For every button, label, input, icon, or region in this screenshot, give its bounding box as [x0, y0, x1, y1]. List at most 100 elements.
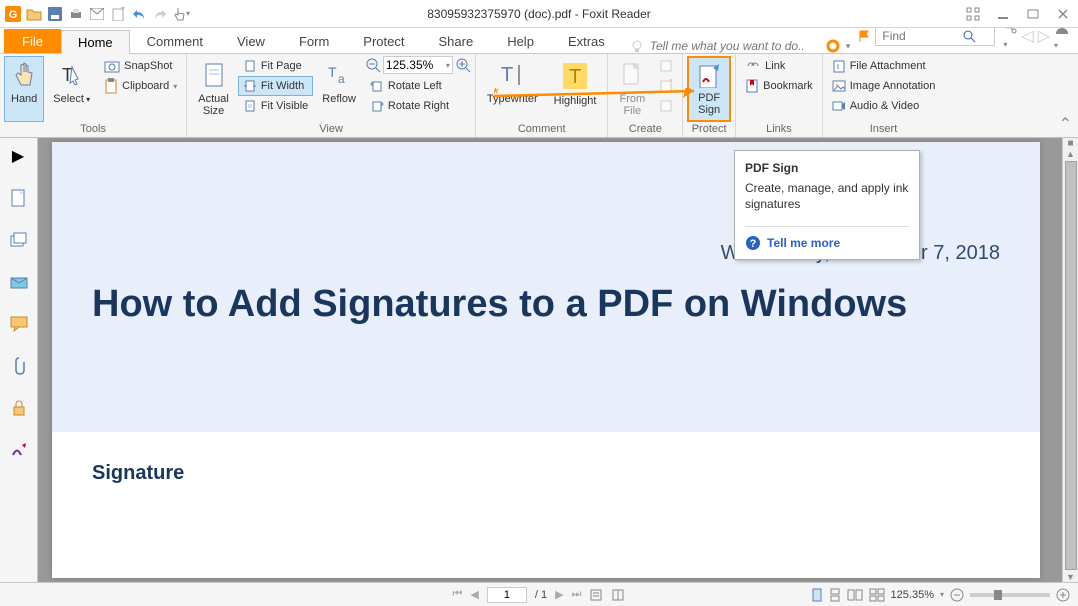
tab-home[interactable]: Home [61, 30, 130, 54]
reading-mode2-icon[interactable] [611, 588, 625, 602]
audio-video-button[interactable]: Audio & Video [827, 96, 941, 116]
from-file-label: From File [619, 93, 645, 117]
sidebar-bookmarks-icon[interactable] [7, 270, 31, 294]
tab-help[interactable]: Help [490, 29, 551, 53]
sidebar-attachments-icon[interactable] [7, 354, 31, 378]
pdf-sign-button[interactable]: PDF Sign [687, 56, 731, 122]
zoom-in-status-icon[interactable] [1056, 588, 1070, 602]
tab-form[interactable]: Form [282, 29, 346, 53]
sidebar-expand-icon[interactable]: ▶ [6, 144, 30, 168]
tab-comment[interactable]: Comment [130, 29, 220, 53]
zoom-in-icon[interactable] [455, 57, 471, 73]
select-label: Select ▾ [53, 93, 90, 105]
hand-label: Hand [11, 93, 37, 105]
viewmode-facing-icon[interactable] [847, 588, 863, 602]
minimize-icon[interactable] [992, 5, 1014, 23]
link-button[interactable]: Link [740, 56, 818, 76]
save-icon[interactable] [46, 5, 64, 23]
prev-result-icon[interactable]: ◁ [1021, 26, 1033, 46]
group-view-label: View [191, 122, 471, 137]
page-input[interactable] [487, 587, 527, 603]
create-opt1[interactable] [654, 56, 678, 76]
window-title: 83095932375970 (doc).pdf - Foxit Reader [427, 7, 650, 21]
create-opt2[interactable]: * [654, 76, 678, 96]
highlight-label: Highlight [554, 95, 597, 107]
zoom-out-status-icon[interactable] [950, 588, 964, 602]
tab-view[interactable]: View [220, 29, 282, 53]
from-file-button[interactable]: From File [612, 56, 652, 122]
new-icon[interactable]: * [109, 5, 127, 23]
zoom-out-icon[interactable] [365, 57, 381, 73]
next-page-icon[interactable]: ▶ [555, 588, 563, 601]
viewmode-continuous-icon[interactable] [829, 588, 841, 602]
status-zoom-value: 125.35% [891, 589, 934, 601]
fit-width-button[interactable]: Fit Width [238, 76, 313, 96]
actual-size-button[interactable]: Actual Size [191, 56, 236, 122]
close-icon[interactable] [1052, 5, 1074, 23]
search-icon[interactable] [962, 29, 976, 43]
highlight-button[interactable]: T Highlight [547, 56, 604, 122]
reflow-label: Reflow [322, 93, 356, 105]
group-comment-label: Comment [480, 122, 604, 137]
viewmode-single-icon[interactable] [811, 588, 823, 602]
undo-icon[interactable] [130, 5, 148, 23]
sidebar-pages-icon[interactable] [7, 186, 31, 210]
file-attachment-button[interactable]: File Attachment [827, 56, 941, 76]
select-button[interactable]: T Select ▾ [46, 56, 97, 122]
file-tab[interactable]: File [4, 29, 61, 53]
print-icon[interactable] [67, 5, 85, 23]
typewriter-label: Typewriter [487, 93, 538, 105]
vertical-scrollbar[interactable]: ■ ▲ ▼ [1062, 138, 1078, 582]
svg-text:*: * [121, 7, 125, 16]
sidebar-layers-icon[interactable] [7, 228, 31, 252]
reflow-button[interactable]: Ta Reflow [315, 56, 363, 122]
open-icon[interactable] [25, 5, 43, 23]
group-create-label: Create [612, 122, 678, 137]
bookmark-button[interactable]: Bookmark [740, 76, 818, 96]
prev-page-icon[interactable]: ◀ [470, 588, 478, 601]
zoom-slider[interactable] [970, 593, 1050, 597]
viewmode-continuous-facing-icon[interactable] [869, 588, 885, 602]
lightbulb-icon [630, 39, 644, 53]
find-box[interactable] [875, 26, 995, 46]
group-links-label: Links [740, 122, 818, 137]
reading-mode1-icon[interactable] [589, 588, 603, 602]
donut-icon[interactable] [826, 39, 840, 53]
actual-size-label: Actual Size [198, 93, 229, 117]
hand-button[interactable]: Hand [4, 56, 44, 122]
flag-icon[interactable] [857, 29, 871, 43]
email-icon[interactable] [88, 5, 106, 23]
ribbon-options-icon[interactable] [962, 5, 984, 23]
create-opt3[interactable] [654, 96, 678, 116]
fit-visible-button[interactable]: Fit Visible [238, 96, 313, 116]
find-input[interactable] [882, 29, 962, 43]
svg-text:T: T [328, 64, 337, 80]
redo-icon[interactable] [151, 5, 169, 23]
snapshot-button[interactable]: SnapShot [99, 56, 182, 76]
tab-share[interactable]: Share [421, 29, 490, 53]
rotate-right-button[interactable]: Rotate Right [365, 96, 471, 116]
first-page-icon[interactable]: ⏮ [453, 588, 463, 601]
tooltip-link[interactable]: ? Tell me more [745, 226, 909, 251]
sidebar-security-icon[interactable] [7, 396, 31, 420]
clipboard-button[interactable]: Clipboard▾ [99, 76, 182, 96]
zoom-value[interactable]: 125.35%▾ [383, 56, 453, 74]
next-result-icon[interactable]: ▷ [1038, 26, 1050, 46]
collapse-ribbon-icon[interactable]: ⌃ [1059, 114, 1072, 134]
typewriter-button[interactable]: T Typewriter [480, 56, 545, 122]
svg-text:?: ? [750, 238, 757, 250]
svg-text:T: T [569, 66, 581, 88]
tab-extras[interactable]: Extras [551, 29, 622, 53]
sidebar-comments-icon[interactable] [7, 312, 31, 336]
maximize-icon[interactable] [1022, 5, 1044, 23]
sidebar-signatures-icon[interactable] [7, 438, 31, 462]
last-page-icon[interactable]: ⏭ [572, 588, 582, 601]
tellme-input[interactable] [650, 39, 820, 53]
pdf-sign-label: PDF Sign [698, 92, 720, 116]
tooltip-title: PDF Sign [745, 161, 909, 175]
tab-protect[interactable]: Protect [346, 29, 421, 53]
image-annotation-button[interactable]: Image Annotation [827, 76, 941, 96]
touch-icon[interactable]: ▾ [172, 5, 190, 23]
rotate-left-button[interactable]: Rotate Left [365, 76, 471, 96]
fit-page-button[interactable]: Fit Page [238, 56, 313, 76]
